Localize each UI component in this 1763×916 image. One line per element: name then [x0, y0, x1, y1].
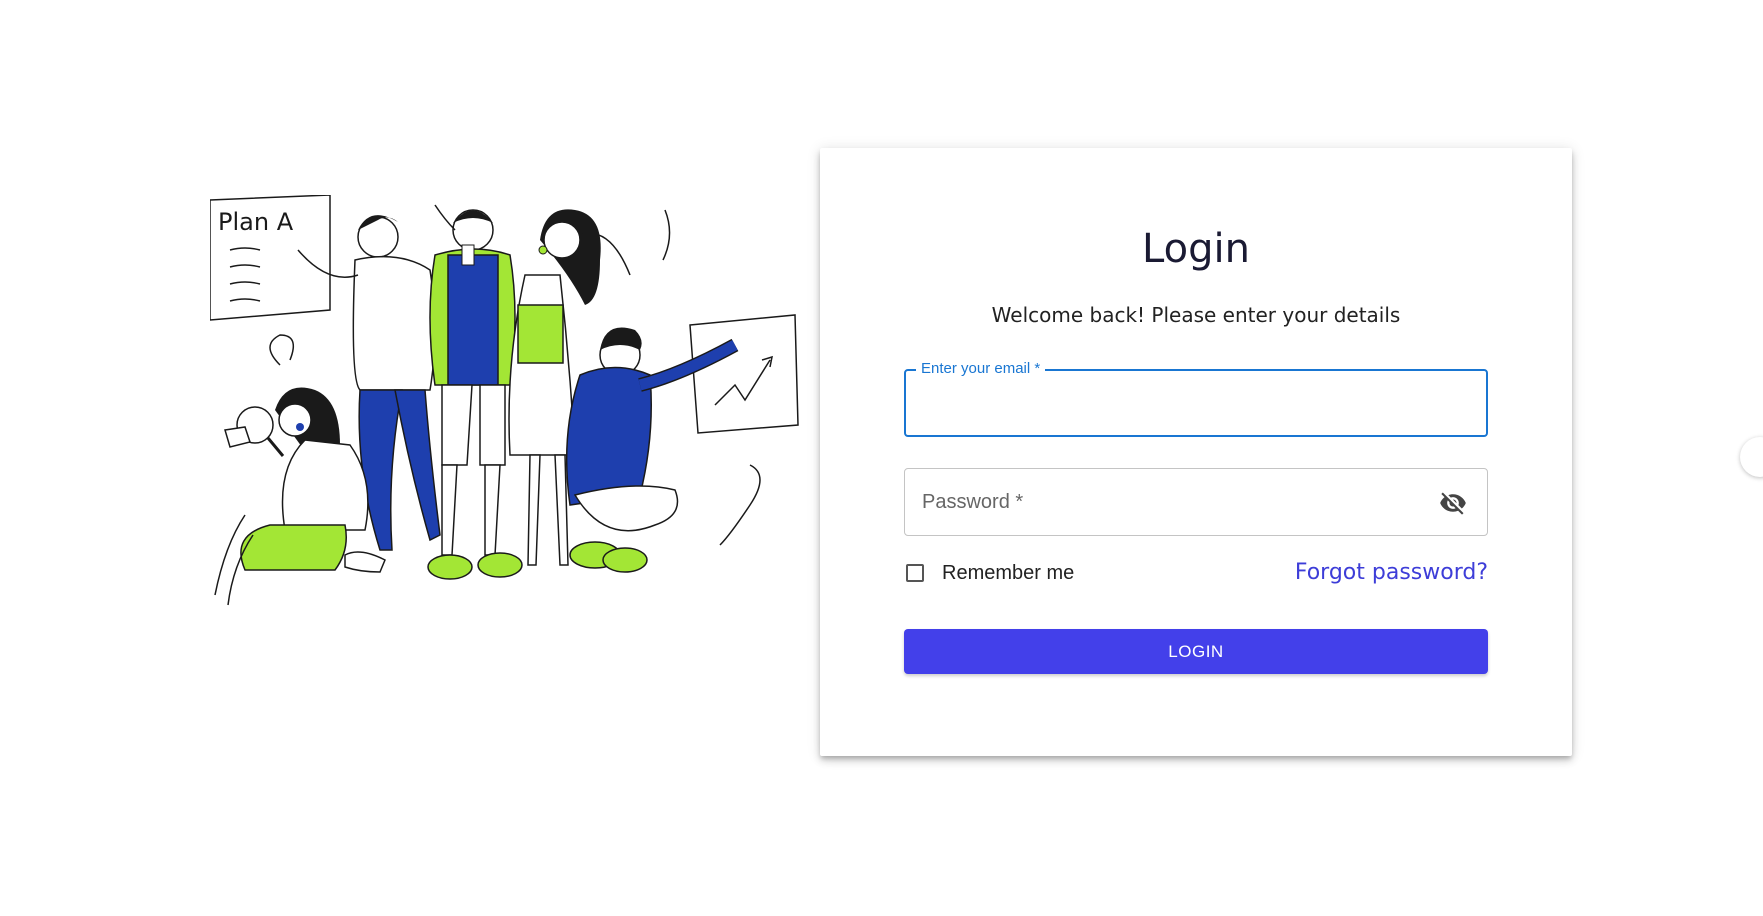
remember-me-checkbox[interactable] [906, 564, 924, 582]
eye-off-icon[interactable] [1437, 487, 1469, 519]
forgot-password-link[interactable]: Forgot password? [1295, 560, 1488, 585]
login-subtitle: Welcome back! Please enter your details [991, 303, 1401, 327]
login-page: Plan A Login Welcome back! Please enter … [0, 0, 1763, 916]
login-button[interactable]: LOGIN [904, 629, 1488, 674]
team-illustration: Plan A [210, 195, 799, 606]
side-scroll-handle[interactable] [1740, 437, 1763, 477]
email-field[interactable]: Enter your email * [904, 360, 1488, 437]
remember-me-label[interactable]: Remember me [942, 562, 1074, 585]
email-input[interactable] [922, 385, 1470, 425]
email-label: Enter your email * [916, 360, 1046, 377]
squiggle-decoration [269, 334, 295, 366]
plan-board-text: Plan A [218, 208, 294, 236]
person-with-phone [427, 209, 523, 580]
password-label: Password * [922, 491, 1024, 513]
person-crouching [565, 327, 739, 573]
remember-row: Remember me Forgot password? [904, 560, 1488, 590]
login-title: Login [1142, 226, 1250, 272]
login-card: Login Welcome back! Please enter your de… [820, 148, 1572, 756]
chart-board [689, 314, 799, 434]
plan-board: Plan A [210, 195, 331, 321]
squiggle-decoration [719, 464, 761, 546]
password-field[interactable]: Password * [904, 468, 1488, 536]
